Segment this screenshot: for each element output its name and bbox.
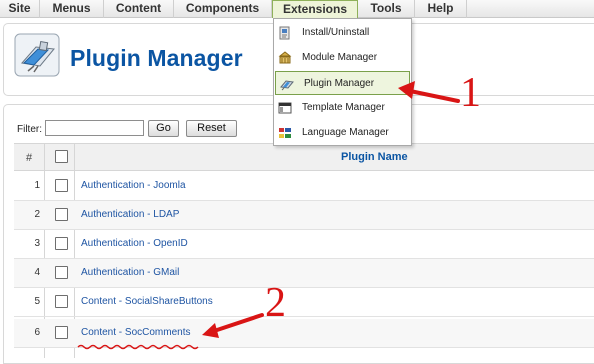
annotation-number-1: 1 bbox=[460, 70, 481, 116]
annotation-arrowhead-2 bbox=[202, 323, 219, 338]
annotation-overlay bbox=[77, 81, 460, 350]
annotation-arrowhead-1 bbox=[398, 81, 415, 99]
annotation-arrow-1 bbox=[408, 89, 460, 103]
annotation-underline bbox=[77, 344, 199, 350]
annotation-arrow-2 bbox=[212, 313, 264, 333]
annotation-number-2: 2 bbox=[265, 280, 286, 326]
